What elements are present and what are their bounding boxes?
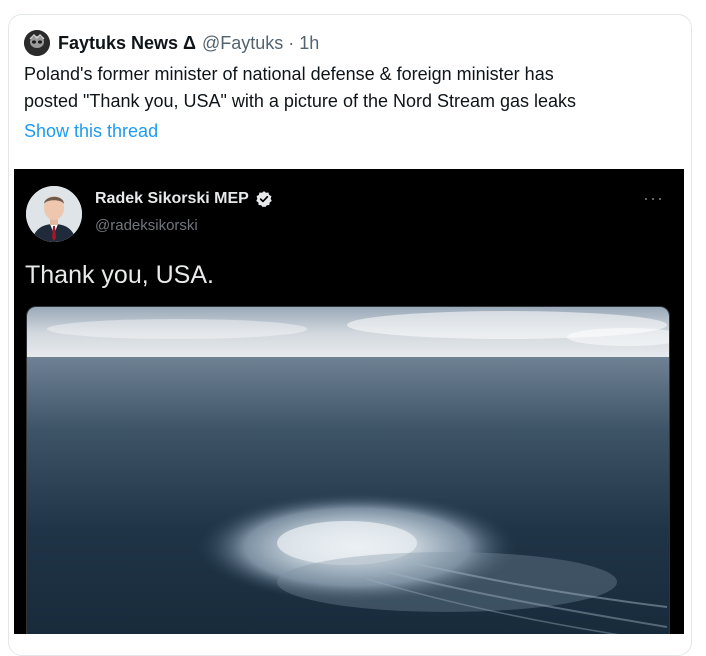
show-thread-link[interactable]: Show this thread: [24, 121, 158, 142]
sea-photo[interactable]: [26, 306, 670, 634]
tweet-text-line: posted "Thank you, USA" with a picture o…: [24, 91, 577, 111]
embedded-author-name-row: Radek Sikorski MEP: [95, 190, 273, 208]
embedded-author-name[interactable]: Radek Sikorski MEP: [95, 190, 249, 208]
verified-badge-icon: [256, 191, 272, 208]
separator-dot: ·: [288, 32, 295, 53]
tweet-text-line: Poland's former minister of national def…: [24, 64, 554, 84]
tweet-timestamp[interactable]: 1h: [299, 33, 319, 54]
author-avatar[interactable]: [24, 30, 50, 56]
more-options-icon[interactable]: ···: [643, 189, 664, 207]
tweet-text: Poland's former minister of national def…: [24, 61, 674, 115]
author-handle[interactable]: @Faytuks: [202, 33, 283, 54]
embedded-author-handle[interactable]: @radeksikorski: [95, 217, 198, 234]
author-name[interactable]: Faytuks News Δ: [58, 33, 196, 54]
tweet-header: Faytuks News Δ @Faytuks · 1h: [24, 30, 319, 56]
embedded-tweet-image[interactable]: Radek Sikorski MEP @radeksikorski ··· Th…: [14, 169, 684, 634]
embedded-tweet-text: Thank you, USA.: [25, 261, 214, 289]
embedded-author-avatar[interactable]: [26, 186, 82, 242]
